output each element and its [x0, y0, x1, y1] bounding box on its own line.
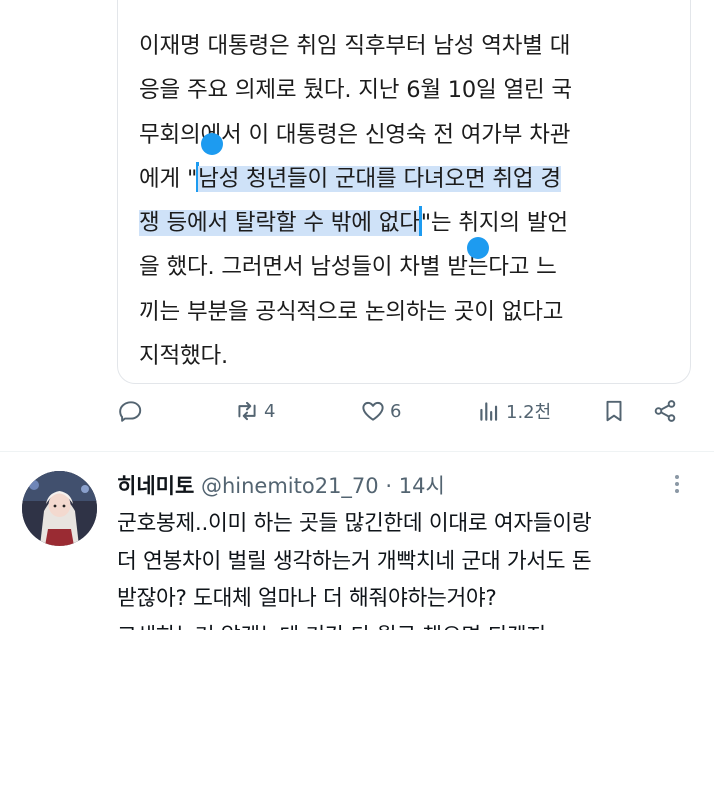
- selection-start-handle[interactable]: [201, 133, 223, 155]
- reply-handle[interactable]: @hinemito21_70: [201, 474, 379, 498]
- reply-line-2: 더 연봉차이 벌릴 생각하는거 개빡치네 군대 가서도 돈: [117, 548, 592, 574]
- selected-text-part-1: 남성 청년들이 군대를 다녀오면 취업 경: [198, 165, 561, 192]
- retweet-count: 4: [264, 400, 276, 422]
- meta-separator: ·: [385, 474, 393, 498]
- views-button[interactable]: 1.2천: [476, 398, 551, 424]
- selection-end-handle[interactable]: [467, 237, 489, 259]
- reply-header: 히네미토 @hinemito21_70 · 14시: [117, 470, 445, 500]
- quote-line-5: 쟁 등에서 탈락할 수 밖에 없다"는 취지의 발언: [139, 201, 679, 245]
- avatar[interactable]: [22, 471, 97, 546]
- reply-button[interactable]: [118, 398, 148, 424]
- quoted-tweet-text: 이재명 대통령은 취임 직후부터 남성 역차별 대 응을 주요 의제로 뒀다. …: [139, 24, 679, 378]
- share-button[interactable]: [652, 398, 678, 424]
- reply-line-1: 군호봉제..이미 하는 곳들 많긴한데 이대로 여자들이랑: [117, 511, 592, 536]
- reply-display-name[interactable]: 히네미토: [117, 474, 194, 498]
- reply-tweet[interactable]: 히네미토 @hinemito21_70 · 14시 군호봉제..이미 하는 곳들…: [0, 452, 714, 630]
- bookmark-icon: [606, 400, 622, 422]
- reply-icon: [119, 401, 142, 422]
- tweet-action-bar: 4 6 1.2천: [0, 398, 714, 440]
- reply-timestamp[interactable]: 14시: [399, 474, 445, 498]
- quote-line-8: 지적했다.: [139, 343, 228, 370]
- quote-line-4: 에게 "남성 청년들이 군대를 다녀오면 취업 경: [139, 157, 679, 201]
- quote-line-7: 끼는 부분을 공식적으로 논의하는 곳이 없다고: [139, 298, 564, 325]
- heart-icon: [362, 401, 384, 421]
- retweet-icon: [238, 401, 256, 421]
- avatar-image: [22, 471, 97, 546]
- bookmark-button[interactable]: [601, 398, 627, 424]
- reply-line-4: 고생하는거 알겠는데 기간 다 월급 챙으면 되겠지: [117, 618, 697, 631]
- quote-line-1: 이재명 대통령은 취임 직후부터 남성 역차별 대: [139, 33, 571, 59]
- analytics-icon: [480, 402, 498, 421]
- views-count: 1.2천: [506, 402, 552, 423]
- like-count: 6: [390, 400, 402, 422]
- selected-text-part-2: 쟁 등에서 탈락할 수 밖에 없다: [139, 210, 420, 237]
- share-icon: [654, 400, 676, 422]
- quote-line-4-prefix: 에게 ": [139, 165, 198, 192]
- retweet-button[interactable]: 4: [234, 398, 275, 424]
- reply-text: 군호봉제..이미 하는 곳들 많긴한데 이대로 여자들이랑 더 연봉차이 벌릴 …: [117, 505, 697, 630]
- like-button[interactable]: 6: [360, 398, 401, 424]
- quote-line-2: 응을 주요 의제로 뒀다. 지난 6월 10일 열린 국: [139, 77, 572, 104]
- quote-line-6: 을 했다. 그러면서 남성들이 차별 받는다고 느: [139, 254, 557, 281]
- reply-line-3: 받잖아? 도대체 얼마나 더 해줘야하는거야?: [117, 586, 497, 611]
- more-options-icon[interactable]: [670, 472, 684, 502]
- quote-line-5-suffix: "는 취지의 발언: [420, 210, 568, 237]
